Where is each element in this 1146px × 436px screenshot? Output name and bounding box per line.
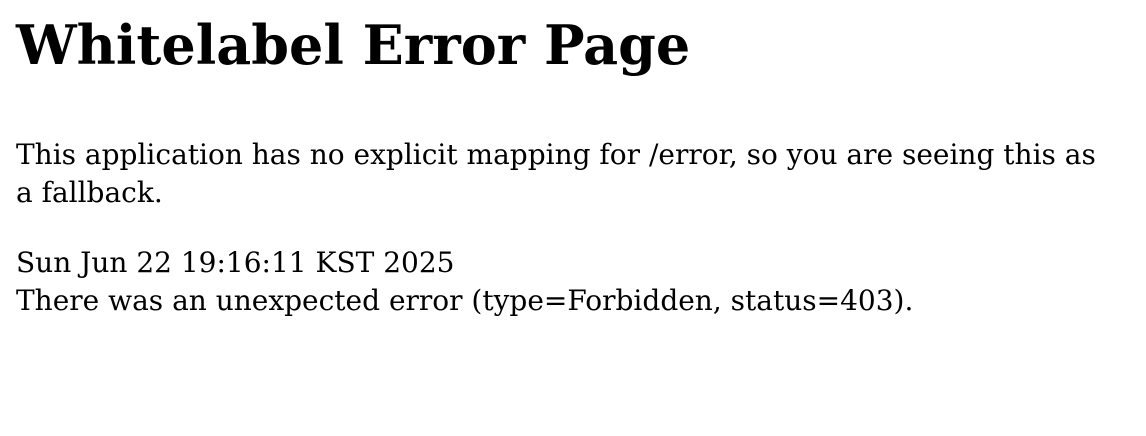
error-page: Whitelabel Error Page This application h… bbox=[16, 0, 1126, 320]
error-message: This application has no explicit mapping… bbox=[16, 138, 1096, 209]
error-detail: There was an unexpected error (type=Forb… bbox=[16, 284, 914, 317]
error-timestamp: Sun Jun 22 19:16:11 KST 2025 bbox=[16, 246, 455, 279]
page-title: Whitelabel Error Page bbox=[16, 13, 691, 77]
